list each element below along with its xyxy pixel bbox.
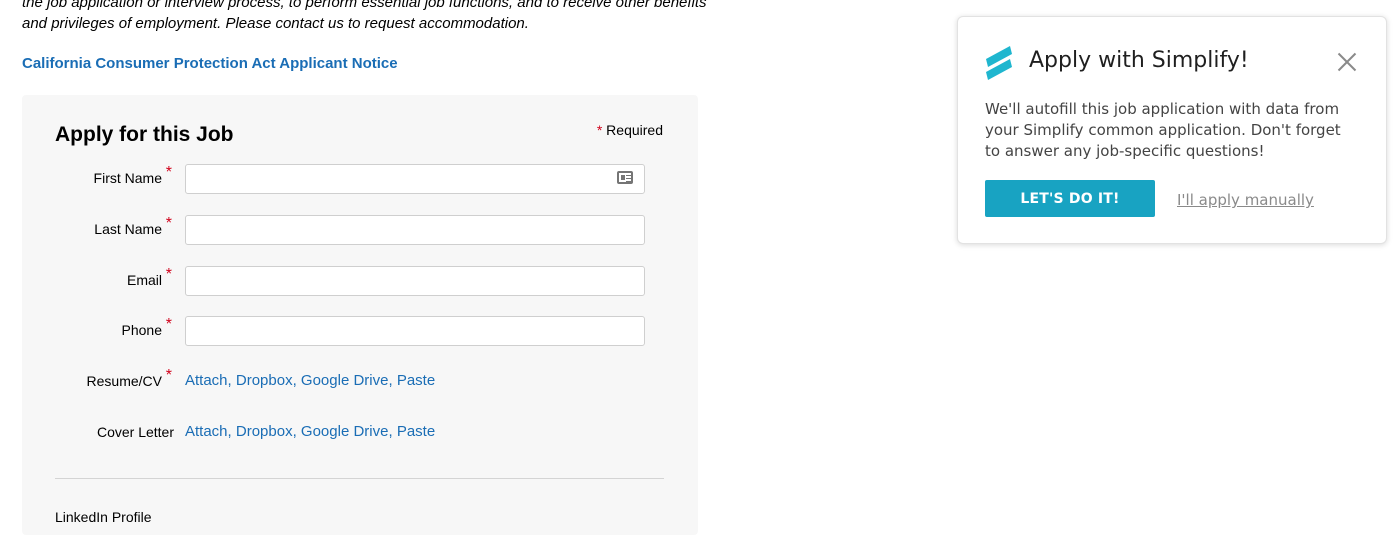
popup-description-line: your Simplify common application. Don't … xyxy=(985,121,1341,139)
form-title: Apply for this Job xyxy=(55,123,234,146)
eeo-statement-line: and privileges of employment. Please con… xyxy=(22,15,529,32)
application-form: Apply for this Job * Required First Name… xyxy=(22,95,698,535)
first-name-row: First Name * xyxy=(22,164,698,194)
last-name-label: Last Name * xyxy=(94,215,172,237)
resume-label-text: Resume/CV xyxy=(86,373,162,389)
first-name-label: First Name * xyxy=(93,164,172,186)
resume-dropbox-link[interactable]: Dropbox xyxy=(236,372,293,389)
simplify-autofill-popup: Apply with Simplify! We'll autofill this… xyxy=(957,16,1387,244)
resume-upload-options: Attach, Dropbox, Google Drive, Paste xyxy=(185,372,436,389)
email-input[interactable] xyxy=(185,266,645,296)
contact-card-icon[interactable] xyxy=(617,171,633,184)
cover-letter-row: Cover Letter Attach, Dropbox, Google Dri… xyxy=(22,418,698,448)
required-legend-label: Required xyxy=(606,122,663,138)
close-icon[interactable] xyxy=(1336,51,1358,73)
resume-row: Resume/CV * Attach, Dropbox, Google Driv… xyxy=(22,367,698,397)
phone-input[interactable] xyxy=(185,316,645,346)
last-name-row: Last Name * xyxy=(22,215,698,245)
cover-letter-label-text: Cover Letter xyxy=(96,424,174,440)
required-legend: * Required xyxy=(597,122,663,138)
last-name-input[interactable] xyxy=(185,215,645,245)
email-label: Email * xyxy=(126,266,172,288)
phone-label-text: Phone xyxy=(121,322,162,338)
resume-attach-link[interactable]: Attach xyxy=(185,372,228,389)
email-row: Email * xyxy=(22,266,698,296)
cover-letter-dropbox-link[interactable]: Dropbox xyxy=(236,423,293,440)
apply-manually-link[interactable]: I'll apply manually xyxy=(1177,191,1314,209)
required-asterisk: * xyxy=(165,215,172,232)
email-label-text: Email xyxy=(126,272,162,288)
required-asterisk: * xyxy=(165,164,172,181)
required-asterisk: * xyxy=(165,316,172,333)
popup-title: Apply with Simplify! xyxy=(1029,48,1249,73)
last-name-label-text: Last Name xyxy=(94,221,162,237)
cover-letter-paste-link[interactable]: Paste xyxy=(397,423,435,440)
linkedin-profile-label: LinkedIn Profile xyxy=(55,509,152,525)
autofill-button[interactable]: LET'S DO IT! xyxy=(985,180,1155,217)
required-asterisk: * xyxy=(596,122,603,138)
phone-row: Phone * xyxy=(22,316,698,346)
cover-letter-attach-link[interactable]: Attach xyxy=(185,423,228,440)
first-name-label-text: First Name xyxy=(93,170,162,186)
eeo-statement: the job application or interview process… xyxy=(22,0,722,34)
cover-letter-label: Cover Letter xyxy=(97,424,174,440)
simplify-logo-icon xyxy=(986,46,1012,80)
required-asterisk: * xyxy=(165,367,172,384)
section-divider xyxy=(55,478,664,479)
resume-paste-link[interactable]: Paste xyxy=(397,372,435,389)
phone-label: Phone * xyxy=(121,316,172,338)
first-name-input[interactable] xyxy=(185,164,645,194)
required-asterisk: * xyxy=(165,266,172,283)
eeo-statement-line: the job application or interview process… xyxy=(22,0,707,11)
cover-letter-upload-options: Attach, Dropbox, Google Drive, Paste xyxy=(185,423,436,440)
popup-description: We'll autofill this job application with… xyxy=(985,99,1355,162)
resume-google-drive-link[interactable]: Google Drive xyxy=(301,372,389,389)
resume-label: Resume/CV * xyxy=(86,367,172,389)
popup-description-line: to answer any job-specific questions! xyxy=(985,142,1265,160)
cover-letter-google-drive-link[interactable]: Google Drive xyxy=(301,423,389,440)
popup-description-line: We'll autofill this job application with… xyxy=(985,100,1340,118)
ccpa-notice-link[interactable]: California Consumer Protection Act Appli… xyxy=(22,55,398,72)
